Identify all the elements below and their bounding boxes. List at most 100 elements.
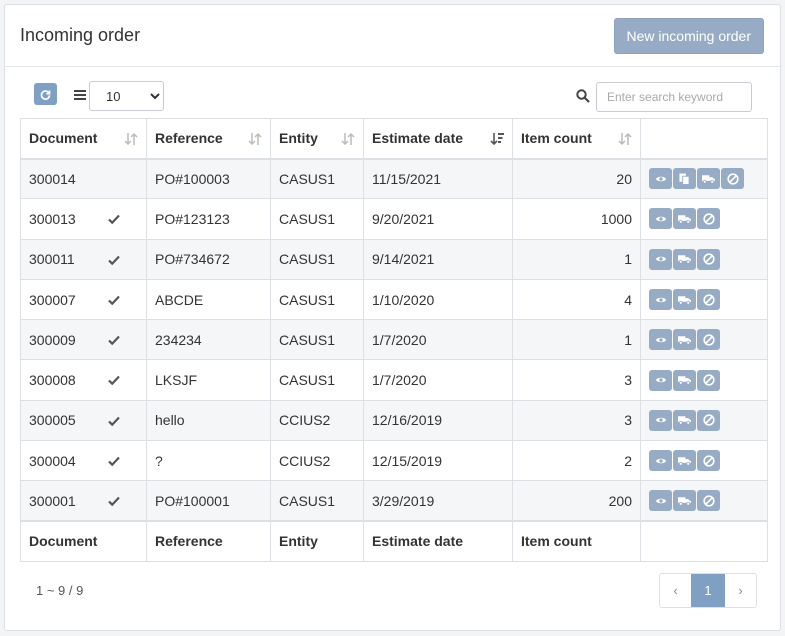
check-icon [108,215,120,225]
view-button[interactable] [649,490,672,512]
truck-icon [678,215,691,224]
cell-estimate-date: 12/16/2019 [363,399,513,442]
column-header-document[interactable]: Document [20,118,147,160]
receive-button[interactable] [673,329,696,351]
cancel-icon [702,495,715,507]
footer-reference: Reference [146,520,271,562]
table-row[interactable]: 300001 PO#100001 CASUS1 3/29/2019 200 [20,480,768,522]
cell-reference: PO#100001 [146,480,271,522]
receive-button[interactable] [673,208,696,230]
table-row[interactable]: 300011 PO#734672 CASUS1 9/14/2021 1 [20,238,768,280]
cell-estimate-date: 1/10/2020 [363,278,513,321]
cancel-button[interactable] [697,409,720,431]
cell-item-count: 1 [512,319,641,361]
refresh-button[interactable] [34,83,57,105]
receive-button[interactable] [673,450,696,472]
view-button[interactable] [649,208,672,230]
cell-actions [640,198,768,240]
truck-icon [702,175,715,184]
search-input[interactable] [596,82,752,112]
view-button[interactable] [649,409,672,431]
copy-button[interactable] [673,168,696,190]
cell-estimate-date: 11/15/2021 [363,157,513,200]
cell-item-count: 1 [512,238,641,280]
truck-icon [678,295,691,305]
cell-entity: CASUS1 [270,319,364,361]
view-button[interactable] [649,248,672,270]
cancel-button[interactable] [697,248,720,270]
cancel-button[interactable] [697,329,720,351]
column-header-estimate-date[interactable]: Estimate date [363,118,513,160]
sort-icon [618,132,632,146]
column-header-reference[interactable]: Reference [146,118,271,160]
receive-button[interactable] [673,409,696,431]
cancel-icon [702,414,715,427]
cancel-button[interactable] [697,450,720,472]
view-button[interactable] [649,369,672,391]
incoming-order-table: Document Reference Entity Estimate date … [20,118,768,562]
list-menu-icon [74,90,86,100]
cell-document: 300011 [20,238,147,280]
view-icon [655,297,666,302]
table-row[interactable]: 300005 hello CCIUS2 12/16/2019 3 [20,399,768,442]
view-icon [655,216,666,222]
view-button[interactable] [649,289,672,311]
table-row[interactable]: 300004? CCIUS2 12/15/2019 2 [20,440,768,482]
table-row[interactable]: 300014 PO#100003 CASUS1 11/15/2021 20 [20,157,768,200]
cell-entity: CASUS1 [270,480,364,522]
new-incoming-order-button[interactable]: New incoming order [613,17,764,54]
cancel-button[interactable] [721,168,744,190]
table-row[interactable]: 300009 234234 CASUS1 1/7/2020 1 [20,319,768,361]
cell-reference: hello [146,399,271,442]
pagination: ‹ 1 › [659,573,757,608]
column-header-item-count[interactable]: Item count [512,118,641,160]
cell-document: 300001 [20,480,147,522]
cancel-icon [726,173,739,185]
cancel-icon [702,293,715,306]
table-row[interactable]: 300008 LKSJF CASUS1 1/7/2020 3 [20,359,768,401]
cell-document: 300009 [20,319,147,361]
footer-document: Document [20,520,147,562]
cell-estimate-date: 9/14/2021 [363,238,513,280]
cell-reference: ABCDE [146,278,271,321]
pagination-next-button[interactable]: › [725,574,756,607]
check-icon [108,456,120,467]
cell-document: 300013 [20,198,147,240]
cell-actions [640,480,768,522]
receive-button[interactable] [697,168,720,190]
receive-button[interactable] [673,248,696,270]
view-icon [655,418,666,423]
truck-icon [678,255,691,264]
cell-actions [640,440,768,482]
table-row[interactable]: 300013 PO#123123 CASUS1 9/20/2021 1000 [20,198,768,240]
pagination-prev-button[interactable]: ‹ [660,574,691,607]
column-header-entity[interactable]: Entity [270,118,364,160]
cell-item-count: 20 [512,157,641,200]
cell-reference: 234234 [146,319,271,361]
sort-icon [124,132,138,146]
view-button[interactable] [649,329,672,351]
cancel-button[interactable] [697,208,720,230]
view-icon [655,256,666,262]
cancel-button[interactable] [697,369,720,391]
cell-entity: CASUS1 [270,278,364,321]
truck-icon [678,336,691,345]
receive-button[interactable] [673,490,696,512]
table-toolbar: 102550100 [5,67,780,117]
view-button[interactable] [649,450,672,472]
cell-reference: PO#123123 [146,198,271,240]
cell-actions [640,319,768,361]
panel-header: Incoming order New incoming order [5,5,780,67]
view-button[interactable] [649,168,672,190]
cell-item-count: 1000 [512,198,641,240]
truck-icon [678,376,691,385]
page-size-select[interactable]: 102550100 [89,81,164,111]
cell-document: 300007 [20,278,147,321]
receive-button[interactable] [673,369,696,391]
pagination-page-1[interactable]: 1 [691,574,725,607]
cell-item-count: 3 [512,399,641,442]
cancel-button[interactable] [697,289,720,311]
table-row[interactable]: 300007 ABCDE CASUS1 1/10/2020 4 [20,278,768,321]
cancel-button[interactable] [697,490,720,512]
receive-button[interactable] [673,289,696,311]
